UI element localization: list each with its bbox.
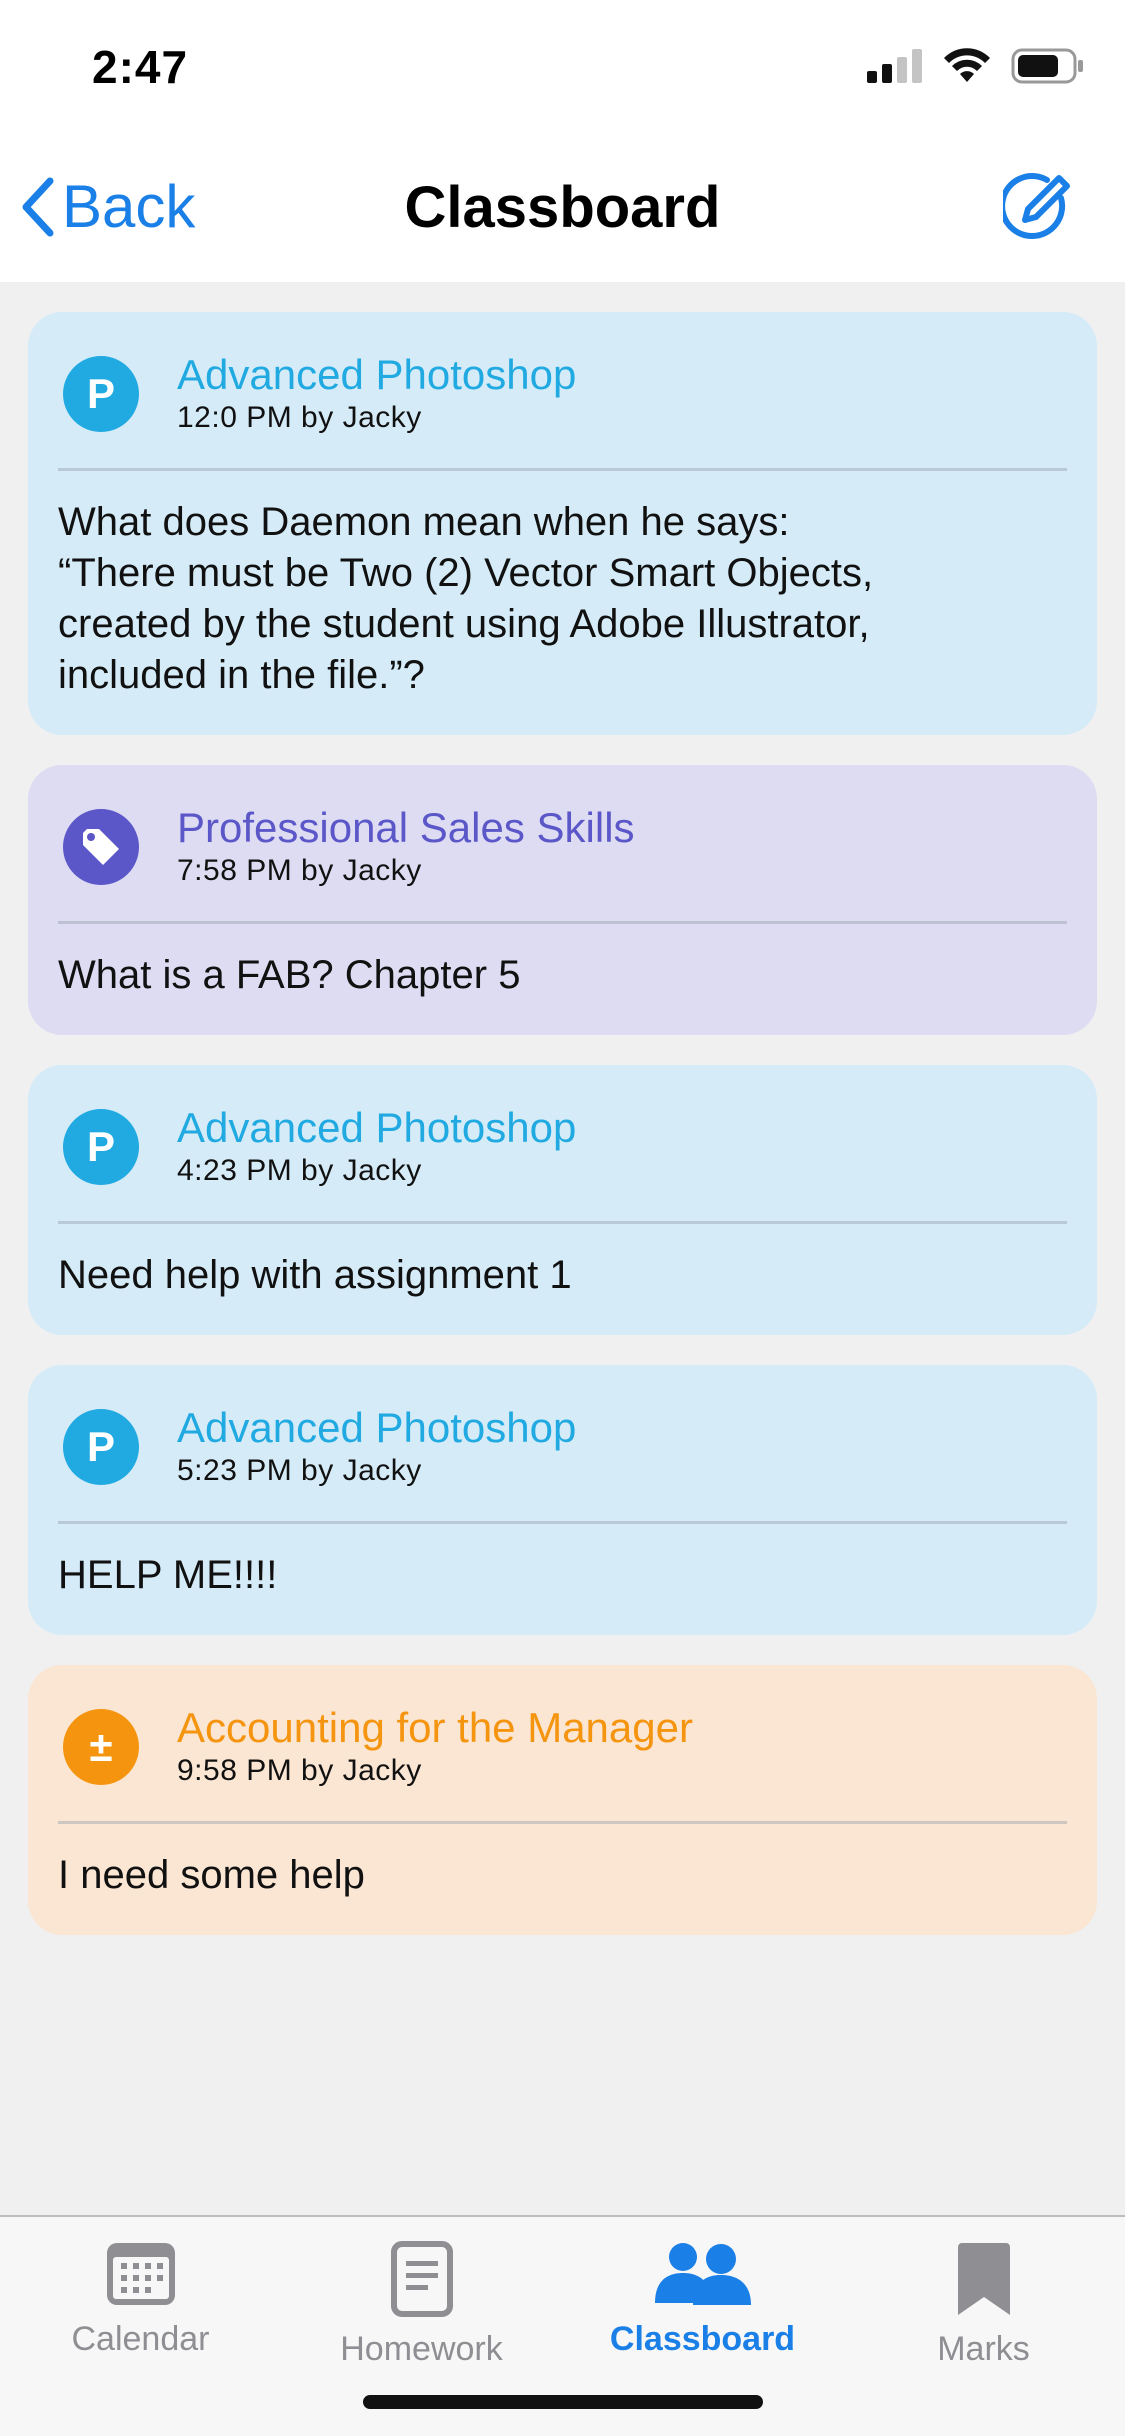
tab-label: Calendar (71, 2320, 210, 2358)
post-header: Professional Sales Skills 7:58 PM by Jac… (58, 793, 1067, 901)
battery-icon (1011, 48, 1083, 84)
compose-icon[interactable] (1003, 172, 1073, 242)
divider (58, 1221, 1067, 1224)
post-meta: 5:23 PM by Jacky (177, 1454, 422, 1487)
post-heading: Professional Sales Skills 7:58 PM by Jac… (177, 804, 635, 890)
course-avatar: P (63, 1109, 139, 1185)
avatar-letter: P (86, 370, 115, 417)
tab-label: Classboard (609, 2320, 796, 2358)
calendar-icon (106, 2243, 175, 2305)
classboard-feed: P Advanced Photoshop 12:0 PM by Jacky Wh… (28, 312, 1097, 1965)
post-body: Need help with assignment 1 (58, 1253, 572, 1297)
course-avatar: ± (63, 1709, 139, 1785)
post-heading: Accounting for the Manager 9:58 PM by Ja… (177, 1704, 693, 1790)
post-body: HELP ME!!!! (58, 1553, 278, 1597)
home-indicator (363, 2395, 763, 2409)
divider (58, 921, 1067, 924)
homework-icon (390, 2241, 453, 2317)
course-title: Professional Sales Skills (177, 804, 635, 851)
divider (58, 1521, 1067, 1524)
course-avatar: P (63, 356, 139, 432)
course-title: Advanced Photoshop (177, 1404, 577, 1451)
post-body: What does Daemon mean when he says: “The… (58, 500, 874, 697)
tab-marks[interactable]: Marks (843, 2241, 1124, 2369)
divider (58, 468, 1067, 471)
tab-label: Marks (937, 2330, 1030, 2368)
post-card[interactable]: P Advanced Photoshop 12:0 PM by Jacky Wh… (28, 312, 1097, 735)
tab-calendar[interactable]: Calendar (0, 2241, 281, 2359)
tab-homework[interactable]: Homework (281, 2241, 562, 2369)
post-heading: Advanced Photoshop 12:0 PM by Jacky (177, 351, 576, 437)
status-time: 2:47 (92, 41, 189, 93)
post-header: P Advanced Photoshop 4:23 PM by Jacky (58, 1093, 1067, 1201)
post-heading: Advanced Photoshop 5:23 PM by Jacky (177, 1404, 576, 1490)
post-meta: 12:0 PM by Jacky (177, 401, 422, 434)
course-title: Advanced Photoshop (177, 351, 577, 398)
course-title: Advanced Photoshop (177, 1104, 577, 1151)
tag-icon (83, 829, 119, 865)
post-body: I need some help (58, 1853, 365, 1897)
course-avatar: P (63, 1409, 139, 1485)
post-heading: Advanced Photoshop 4:23 PM by Jacky (177, 1104, 576, 1190)
avatar-letter: P (86, 1423, 115, 1470)
page-title: Classboard (404, 175, 721, 240)
post-card[interactable]: P Advanced Photoshop 4:23 PM by Jacky Ne… (28, 1065, 1097, 1335)
post-meta: 7:58 PM by Jacky (177, 854, 422, 887)
people-icon (654, 2243, 751, 2305)
post-card[interactable]: ± Accounting for the Manager 9:58 PM by … (28, 1665, 1097, 1935)
course-avatar (63, 809, 139, 885)
post-card[interactable]: Professional Sales Skills 7:58 PM by Jac… (28, 765, 1097, 1035)
post-header: P Advanced Photoshop 5:23 PM by Jacky (58, 1393, 1067, 1501)
status-bar: 2:47 (0, 0, 1125, 130)
post-meta: 9:58 PM by Jacky (177, 1754, 422, 1787)
divider (58, 1821, 1067, 1824)
post-header: ± Accounting for the Manager 9:58 PM by … (58, 1693, 1067, 1801)
wifi-icon (944, 48, 990, 82)
bookmark-icon (957, 2243, 1010, 2315)
plus-minus-icon: ± (89, 1723, 113, 1770)
cellular-signal-icon (867, 49, 922, 83)
tab-classboard[interactable]: Classboard (562, 2241, 843, 2359)
course-title: Accounting for the Manager (177, 1704, 693, 1751)
post-meta: 4:23 PM by Jacky (177, 1154, 422, 1187)
post-body: What is a FAB? Chapter 5 (58, 953, 521, 997)
post-header: P Advanced Photoshop 12:0 PM by Jacky (58, 340, 1067, 448)
avatar-letter: P (86, 1123, 115, 1170)
tab-label: Homework (340, 2330, 503, 2368)
post-card[interactable]: P Advanced Photoshop 5:23 PM by Jacky HE… (28, 1365, 1097, 1635)
status-icons (867, 48, 1085, 84)
navigation-bar: Back Classboard (0, 130, 1125, 282)
